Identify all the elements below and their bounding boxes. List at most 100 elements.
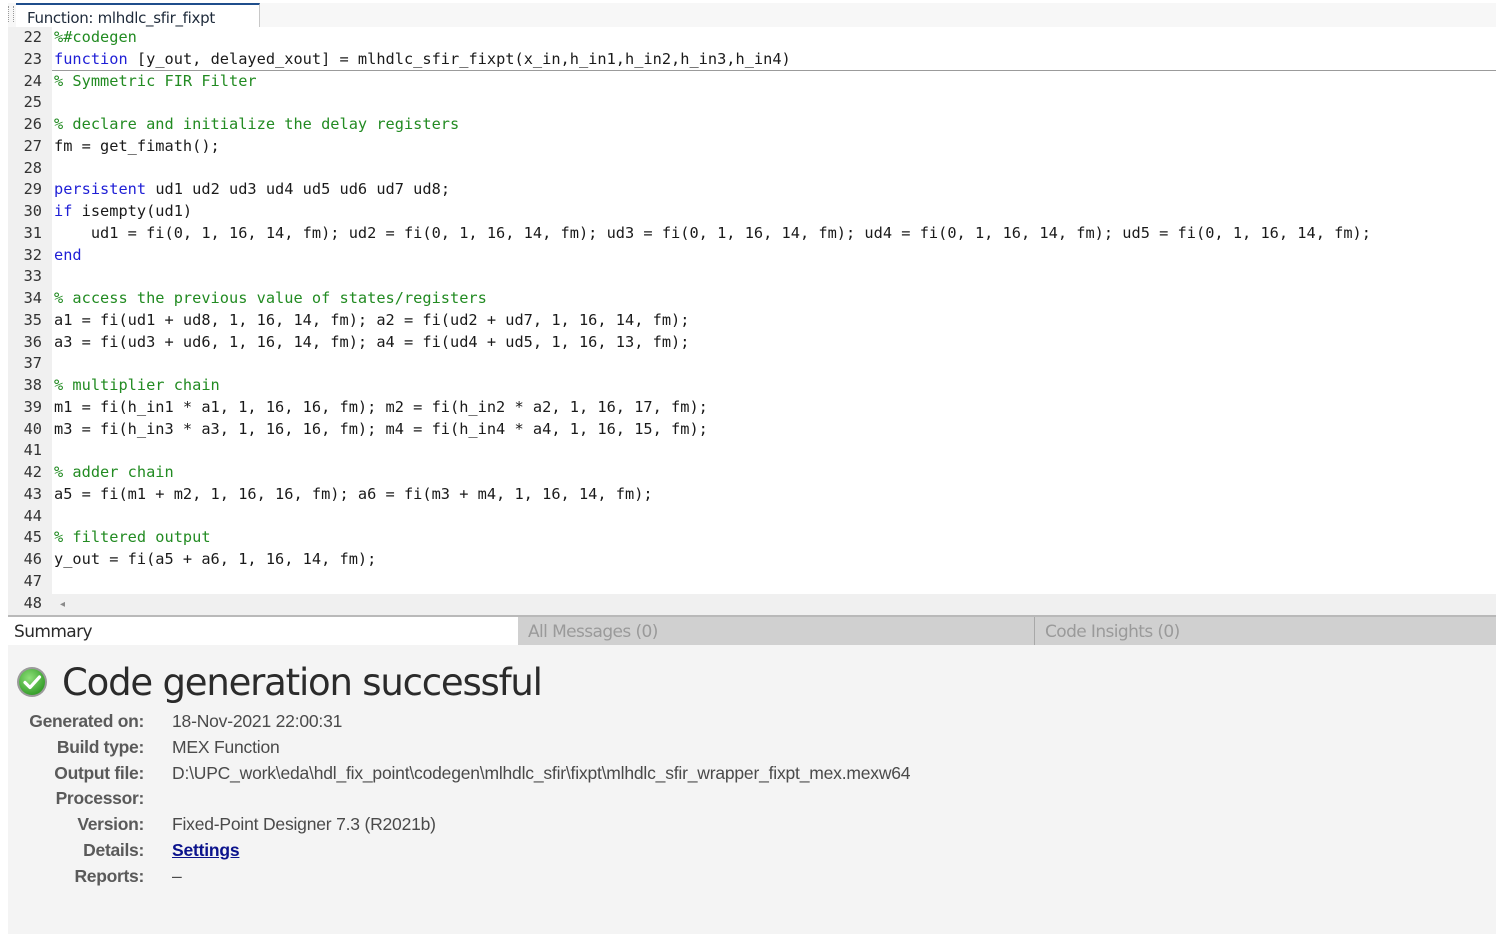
code-text: fm = get_fimath(); (54, 136, 220, 155)
code-line[interactable]: 40 m3 = fi(h_in3 * a3, 1, 16, 16, fm); m4… (8, 419, 1496, 441)
code-text: % Symmetric FIR Filter (54, 71, 257, 90)
code-text: % multiplier chain (54, 376, 220, 394)
code-line[interactable]: 32 end (8, 245, 1496, 267)
code-text: function [y_out, delayed_xout] = mlhdlc_… (54, 49, 791, 68)
prop-value: Fixed-Point Designer 7.3 (R2021b) (172, 814, 436, 835)
code-text: if isempty(ud1) (54, 202, 193, 220)
code-line[interactable]: 45 % filtered output (8, 527, 1496, 549)
code-line[interactable]: 41 (8, 440, 1496, 462)
report-tabs: Summary All Messages (0) Code Insights (… (8, 617, 1496, 645)
code-line[interactable]: 38 % multiplier chain (8, 375, 1496, 397)
line-number: 23 (23, 49, 42, 68)
prop-label: Generated on: (29, 711, 144, 731)
tab-function-file[interactable]: Function: mlhdlc_sfir_fixpt (16, 3, 260, 29)
prop-label: Details: (83, 839, 144, 860)
code-line[interactable]: 36 a3 = fi(ud3 + ud6, 1, 16, 14, fm); a4 … (8, 332, 1496, 354)
line-number: 40 (23, 419, 42, 438)
code-text: end (54, 245, 82, 264)
code-line[interactable]: 37 (8, 353, 1496, 375)
prop-label: Output file: (54, 762, 144, 783)
horizontal-scrollbar[interactable]: ◂ (52, 594, 1496, 616)
line-number: 44 (23, 506, 42, 525)
line-number: 27 (23, 136, 42, 155)
code-line[interactable]: 43 a5 = fi(m1 + m2, 1, 16, 16, fm); a6 = … (8, 484, 1496, 506)
code-line[interactable]: 42 % adder chain (8, 462, 1496, 484)
prop-label: Reports: (74, 865, 144, 886)
code-text: m3 = fi(h_in3 * a3, 1, 16, 16, fm); m4 =… (54, 419, 708, 438)
line-number: 22 (23, 28, 42, 46)
code-line[interactable]: 39 m1 = fi(h_in1 * a1, 1, 16, 16, fm); m2… (8, 397, 1496, 419)
check-circle-icon (17, 667, 47, 697)
prop-value: 18-Nov-2021 22:00:31 (172, 711, 343, 731)
line-number: 45 (23, 528, 42, 547)
line-number: 37 (23, 354, 42, 373)
code-text: a5 = fi(m1 + m2, 1, 16, 16, fm); a6 = fi… (54, 484, 653, 503)
code-text: % declare and initialize the delay regis… (54, 115, 460, 133)
code-text: persistent ud1 ud2 ud3 ud4 ud5 ud6 ud7 u… (54, 180, 451, 199)
line-number: 42 (23, 463, 42, 481)
status-title: Code generation successful (62, 661, 543, 704)
line-number: 29 (23, 180, 42, 199)
tab-code-insights[interactable]: Code Insights (0) (1035, 617, 1496, 645)
line-number: 43 (23, 484, 42, 503)
line-number: 33 (23, 267, 42, 286)
code-text: % filtered output (54, 528, 211, 547)
tab-all-messages[interactable]: All Messages (0) (518, 617, 1035, 645)
drag-grip-icon[interactable] (8, 6, 14, 22)
tab-summary[interactable]: Summary (8, 617, 518, 645)
code-line[interactable]: 47 (8, 571, 1496, 593)
line-number: 24 (23, 71, 42, 90)
code-line[interactable]: 24 % Symmetric FIR Filter (8, 71, 1496, 93)
prop-label: Build type: (56, 736, 144, 757)
code-editor[interactable]: 22 %#codegen 23 function [y_out, delayed_xo… (8, 27, 1496, 616)
line-number: 39 (23, 397, 42, 416)
prop-value: – (172, 865, 182, 886)
prop-value: D:\UPC_work\eda\hdl_fix_point\codegen\ml… (172, 762, 911, 783)
code-line[interactable]: 27 fm = get_fimath(); (8, 136, 1496, 158)
code-line[interactable]: 25 (8, 92, 1496, 114)
code-text: y_out = fi(a5 + a6, 1, 16, 14, fm); (54, 550, 377, 568)
prop-label: Version: (77, 814, 144, 835)
code-line[interactable]: 23 function [y_out, delayed_xout] = mlhdl… (8, 49, 1496, 71)
line-number: 25 (23, 93, 42, 112)
line-number: 30 (23, 202, 42, 220)
settings-link[interactable]: Settings (172, 840, 240, 860)
code-line[interactable]: 33 (8, 266, 1496, 288)
prop-value: Settings (172, 840, 240, 861)
line-number: 38 (23, 376, 42, 394)
line-number: 46 (23, 550, 42, 568)
line-number: 28 (23, 158, 42, 177)
code-text: ud1 = fi(0, 1, 16, 14, fm); ud2 = fi(0, … (54, 223, 1371, 242)
code-line[interactable]: 35 a1 = fi(ud1 + ud8, 1, 16, 14, fm); a2 … (8, 310, 1496, 332)
prop-label: Processor: (55, 788, 145, 809)
code-text: a1 = fi(ud1 + ud8, 1, 16, 14, fm); a2 = … (54, 310, 690, 329)
line-number: 41 (23, 441, 42, 460)
line-number: 36 (23, 332, 42, 351)
line-number: 26 (23, 115, 42, 133)
code-text: %#codegen (54, 28, 137, 46)
line-number: 48 (23, 593, 42, 612)
code-text: % access the previous value of states/re… (54, 289, 487, 307)
code-text: m1 = fi(h_in1 * a1, 1, 16, 16, fm); m2 =… (54, 397, 708, 416)
code-lines: 22 %#codegen 23 function [y_out, delayed_xo… (8, 27, 1496, 614)
code-line[interactable]: 22 %#codegen (8, 27, 1496, 49)
line-number: 34 (23, 289, 42, 307)
summary-panel: Code generation successful Generated on:… (8, 645, 1496, 934)
editor-tab-bar: Function: mlhdlc_sfir_fixpt (8, 3, 1496, 29)
code-line[interactable]: 30 if isempty(ud1) (8, 201, 1496, 223)
line-number: 35 (23, 310, 42, 329)
line-number: 32 (23, 245, 42, 264)
line-number: 31 (23, 223, 42, 242)
code-line[interactable]: 29 persistent ud1 ud2 ud3 ud4 ud5 ud6 ud7… (8, 179, 1496, 201)
scroll-left-icon[interactable]: ◂ (60, 599, 65, 610)
code-line[interactable]: 28 (8, 158, 1496, 180)
code-line[interactable]: 34 % access the previous value of states/… (8, 288, 1496, 310)
code-text: a3 = fi(ud3 + ud6, 1, 16, 14, fm); a4 = … (54, 332, 690, 351)
line-number: 47 (23, 571, 42, 590)
code-text: % adder chain (54, 463, 174, 481)
code-line[interactable]: 26 % declare and initialize the delay reg… (8, 114, 1496, 136)
prop-value: MEX Function (172, 736, 280, 757)
code-line[interactable]: 31 ud1 = fi(0, 1, 16, 14, fm); ud2 = fi(… (8, 223, 1496, 245)
code-line[interactable]: 44 (8, 506, 1496, 528)
code-line[interactable]: 46 y_out = fi(a5 + a6, 1, 16, 14, fm); (8, 549, 1496, 571)
